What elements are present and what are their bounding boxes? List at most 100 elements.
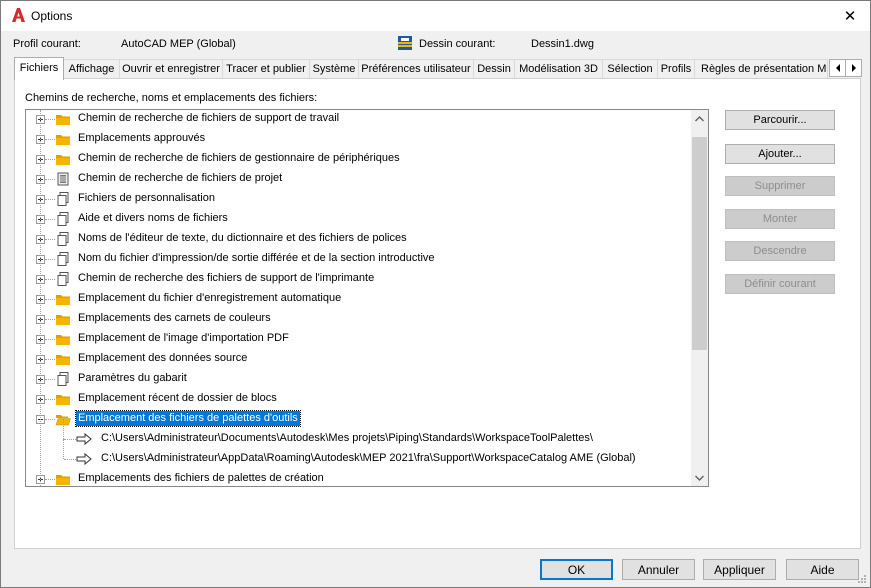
folder-icon [56, 315, 70, 325]
files-icon [57, 232, 69, 246]
remove-button-label: Supprimer [754, 180, 806, 192]
folder-icon [56, 335, 70, 345]
remove-button[interactable]: Supprimer [725, 176, 835, 196]
tree-line [64, 439, 76, 441]
browse-button[interactable]: Parcourir... [725, 110, 835, 130]
title-bar: Options ✕ [1, 1, 870, 31]
tree-row[interactable]: Fichiers de personnalisation [26, 189, 690, 209]
tree-row[interactable]: Nom du fichier d'impression/de sortie di… [26, 249, 690, 269]
close-button[interactable]: ✕ [830, 1, 870, 31]
tree-row-label: Emplacement des fichiers de palettes d'o… [75, 410, 301, 427]
chevron-up-icon [695, 115, 704, 121]
resize-grip-icon[interactable] [857, 574, 867, 584]
tab-fichiers[interactable]: Fichiers [14, 57, 64, 80]
tree-row-label: Emplacements des fichiers de palettes de… [78, 472, 324, 484]
tree-row[interactable]: Emplacement du fichier d'enregistrement … [26, 289, 690, 309]
tree-line [45, 159, 55, 161]
tree-row[interactable]: Emplacement de l'image d'importation PDF [26, 329, 690, 349]
project-file-icon [57, 172, 69, 186]
tree-row[interactable]: Aide et divers noms de fichiers [26, 209, 690, 229]
tab-tracer-publier[interactable]: Tracer et publier [222, 59, 310, 79]
close-icon: ✕ [843, 8, 857, 25]
path-tree[interactable]: Chemin de recherche de fichiers de suppo… [25, 109, 709, 487]
tree-line [64, 459, 76, 461]
scroll-down-button[interactable] [691, 469, 708, 486]
tree-path-label: C:\Users\Administrateur\AppData\Roaming\… [101, 452, 636, 464]
tree-row-label: Nom du fichier d'impression/de sortie di… [78, 252, 435, 264]
tree-row[interactable]: Paramètres du gabarit [26, 369, 690, 389]
tree-row-label: Emplacement de l'image d'importation PDF [78, 332, 289, 344]
autocad-logo-icon [12, 8, 25, 22]
tree-line [45, 339, 55, 341]
tab-preferences[interactable]: Préférences utilisateur [358, 59, 474, 79]
tree-path-row[interactable]: C:\Users\Administrateur\AppData\Roaming\… [26, 439, 690, 469]
tree-row[interactable]: Emplacement des données source [26, 349, 690, 369]
tree-line [45, 239, 55, 241]
scroll-up-button[interactable] [691, 110, 708, 127]
tab-profils[interactable]: Profils [657, 59, 695, 79]
tree-row-label: Chemin de recherche de fichiers de suppo… [78, 112, 340, 124]
tree-row[interactable]: Chemin de recherche de fichiers de proje… [26, 169, 690, 189]
folder-icon [56, 355, 70, 365]
section-label: Chemins de recherche, noms et emplacemen… [25, 92, 318, 104]
tab-dessin[interactable]: Dessin [473, 59, 515, 79]
tab-scroll-right-button[interactable] [845, 59, 862, 77]
tree-row-label: Noms de l'éditeur de texte, du dictionna… [78, 232, 407, 244]
tree-row[interactable]: Emplacements approuvés [26, 129, 690, 149]
set-current-button-label: Définir courant [744, 278, 816, 290]
files-icon [57, 372, 69, 386]
tree-row-label: Chemin de recherche des fichiers de supp… [78, 272, 375, 284]
drawing-label: Dessin courant: [419, 38, 496, 50]
ok-button[interactable]: OK [540, 559, 613, 580]
tab-affichage[interactable]: Affichage [63, 59, 120, 79]
move-down-button[interactable]: Descendre [725, 241, 835, 261]
options-dialog: Options ✕ Profil courant: AutoCAD MEP (G… [0, 0, 871, 588]
tree-row-label: Emplacement des données source [78, 352, 248, 364]
tree-row[interactable]: Chemin de recherche de fichiers de gesti… [26, 149, 690, 169]
tab-modelisation-3d[interactable]: Modélisation 3D [514, 59, 603, 79]
folder-icon [56, 135, 70, 145]
tab-systeme[interactable]: Système [309, 59, 359, 79]
scroll-thumb[interactable] [692, 137, 707, 350]
set-current-button[interactable]: Définir courant [725, 274, 835, 294]
folder-icon [56, 295, 70, 305]
tab-ouvrir-enregistrer[interactable]: Ouvrir et enregistrer [119, 59, 223, 79]
tree-row-label: Paramètres du gabarit [78, 372, 187, 384]
drawing-value: Dessin1.dwg [531, 38, 594, 50]
tree-row[interactable]: Emplacements des fichiers de palettes de… [26, 469, 690, 486]
tree-line [45, 419, 55, 421]
tree-line [45, 199, 55, 201]
tree-row-label: Chemin de recherche de fichiers de proje… [78, 172, 283, 184]
tab-scroll-left-button[interactable] [829, 59, 846, 77]
tree-row-label: Aide et divers noms de fichiers [78, 212, 228, 224]
tree-row[interactable]: Emplacement récent de dossier de blocs [26, 389, 690, 409]
tree-row[interactable]: Emplacements des carnets de couleurs [26, 309, 690, 329]
tree-row-label: Emplacements approuvés [78, 132, 206, 144]
ok-button-label: OK [567, 563, 586, 577]
browse-button-label: Parcourir... [753, 114, 807, 126]
tree-line [45, 259, 55, 261]
profile-value: AutoCAD MEP (Global) [121, 38, 236, 50]
tree-path-row[interactable]: C:\Users\Administrateur\Documents\Autode… [26, 419, 690, 449]
tab-regles-presentation[interactable]: Règles de présentation MEP [694, 59, 828, 78]
caret-right-icon [851, 64, 856, 72]
caret-left-icon [835, 64, 840, 72]
files-icon [57, 192, 69, 206]
move-up-button[interactable]: Monter [725, 209, 835, 229]
tree-row-label: Emplacement du fichier d'enregistrement … [78, 292, 342, 304]
tree-path-label: C:\Users\Administrateur\Documents\Autode… [101, 432, 593, 444]
tree-row[interactable]: Chemin de recherche des fichiers de supp… [26, 269, 690, 289]
folder-icon [56, 475, 70, 485]
cancel-button[interactable]: Annuler [622, 559, 695, 580]
tree-scrollbar[interactable] [691, 110, 708, 486]
cancel-button-label: Annuler [637, 563, 680, 577]
tab-selection[interactable]: Sélection [602, 59, 658, 79]
add-button[interactable]: Ajouter... [725, 144, 835, 164]
chevron-down-icon [695, 475, 704, 481]
tree-row[interactable]: Chemin de recherche de fichiers de suppo… [26, 110, 690, 129]
tree-row[interactable]: Noms de l'éditeur de texte, du dictionna… [26, 229, 690, 249]
tree-row[interactable]: Emplacement des fichiers de palettes d'o… [26, 409, 690, 429]
arrow-icon [76, 452, 92, 466]
help-button[interactable]: Aide [786, 559, 859, 580]
apply-button[interactable]: Appliquer [703, 559, 776, 580]
